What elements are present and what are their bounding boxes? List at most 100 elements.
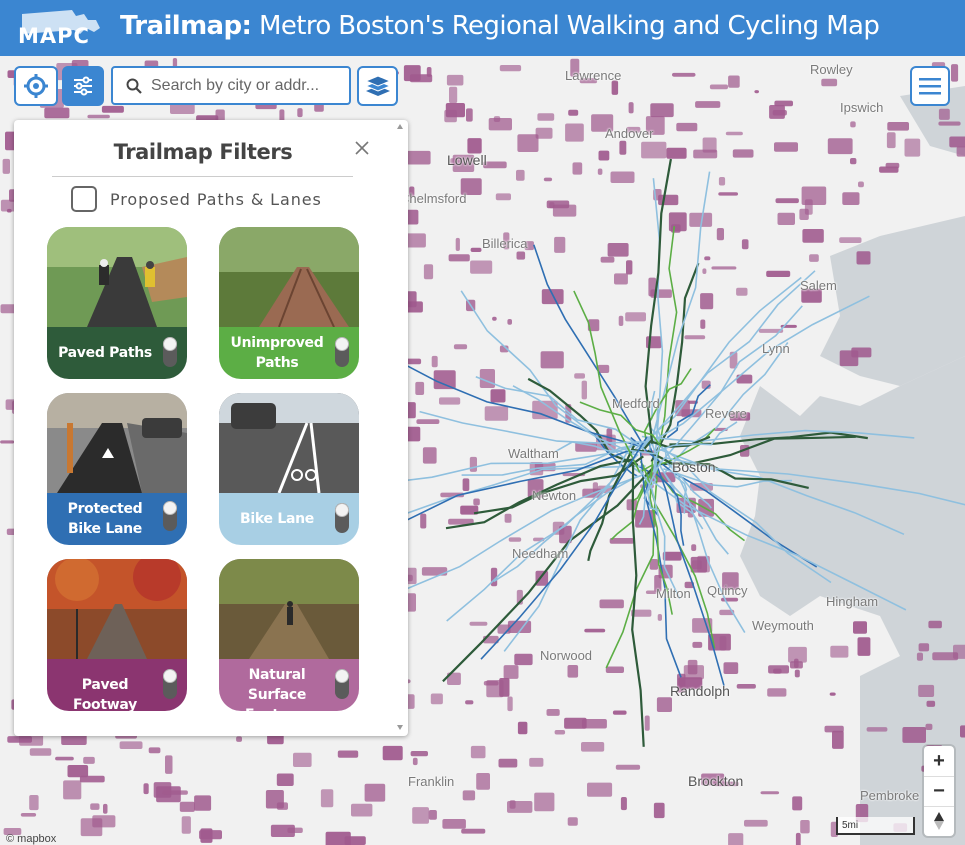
footway-patch	[2, 158, 10, 174]
bike-lane-switch[interactable]	[335, 503, 349, 533]
footway-patch	[918, 643, 930, 652]
filter-panel-title: Trailmap Filters	[113, 140, 293, 164]
footway-patch	[499, 65, 522, 72]
map-attribution[interactable]: © mapbox	[6, 833, 56, 845]
proposed-paths-toggle[interactable]: Proposed Paths & Lanes	[71, 186, 322, 212]
close-icon[interactable]	[354, 140, 370, 156]
footway-patch	[423, 264, 434, 280]
paved-paths-switch[interactable]	[163, 337, 177, 367]
mapc-logo[interactable]: MAPC	[14, 6, 104, 50]
footway-patch	[495, 193, 511, 201]
proposed-paths-checkbox[interactable]	[71, 186, 97, 212]
filter-toggle-button[interactable]	[62, 66, 104, 106]
footway-patch	[194, 795, 212, 811]
footway-patch	[704, 256, 711, 261]
locate-button[interactable]	[14, 66, 58, 106]
protected-bike-lane-label: Protected Bike Lane	[67, 501, 143, 537]
footway-patch	[887, 122, 909, 131]
footway-patch	[416, 419, 440, 424]
footway-patch	[775, 198, 799, 204]
place-label: Pembroke	[860, 788, 920, 803]
place-label: Brockton	[688, 773, 744, 789]
footway-patch	[857, 637, 871, 656]
paved-footway-switch[interactable]	[163, 669, 177, 699]
zoom-controls: + −	[924, 746, 954, 836]
footway-patch	[671, 224, 681, 233]
footway-patch	[692, 641, 703, 648]
footway-patch	[718, 192, 738, 196]
unimproved-paths-switch[interactable]	[335, 337, 349, 367]
footway-patch	[584, 628, 606, 633]
search-box[interactable]	[111, 66, 351, 105]
footway-patch	[473, 498, 480, 506]
sliders-icon	[74, 76, 92, 96]
footway-patch	[650, 103, 674, 118]
footway-patch	[774, 142, 798, 152]
paved-footway-label: Paved Footway	[73, 677, 137, 711]
footway-patch	[422, 447, 437, 464]
compass-button[interactable]	[924, 806, 954, 836]
footway-patch	[535, 127, 553, 139]
footway-patch	[412, 807, 429, 824]
footway-patch	[554, 236, 566, 253]
unimproved-path-photo	[219, 227, 359, 327]
page-title: Trailmap: Metro Boston's Regional Walkin…	[120, 11, 880, 41]
layers-button[interactable]	[357, 66, 398, 106]
place-label: Rowley	[810, 62, 853, 77]
footway-patch	[839, 237, 862, 243]
paved-paths-band: Paved Paths	[47, 327, 187, 379]
footway-patch	[199, 830, 222, 840]
footway-patch	[644, 715, 650, 731]
scroll-down-arrow[interactable]	[397, 725, 403, 730]
footway-patch	[792, 796, 803, 811]
footway-patch	[67, 765, 89, 778]
main-menu-button[interactable]	[910, 66, 950, 106]
footway-patch	[415, 381, 425, 395]
footway-patch	[928, 620, 942, 629]
place-label: Newton	[532, 488, 577, 503]
footway-patch	[827, 138, 853, 155]
zoom-out-button[interactable]: −	[924, 776, 954, 806]
filter-card-paved-paths[interactable]: Paved Paths	[47, 227, 187, 379]
footway-patch	[426, 67, 432, 77]
footway-patch	[597, 168, 603, 175]
filter-card-protected-bike-lane[interactable]: Protected Bike Lane	[47, 393, 187, 545]
protected-bike-lane-switch[interactable]	[163, 501, 177, 531]
filter-card-unimproved-paths[interactable]: Unimproved Paths	[219, 227, 359, 379]
footway-patch	[721, 597, 739, 602]
footway-patch	[850, 158, 857, 165]
footway-patch	[949, 136, 965, 148]
place-label: Billerica	[482, 236, 528, 251]
footway-patch	[716, 228, 724, 241]
protected-bike-lane-photo	[47, 393, 187, 493]
zoom-in-button[interactable]: +	[924, 746, 954, 776]
footway-patch	[529, 757, 544, 767]
footway-patch	[517, 721, 528, 735]
footway-patch	[650, 289, 672, 298]
footway-patch	[430, 693, 443, 705]
panel-scrollbar[interactable]	[394, 124, 406, 730]
natural-footway-switch[interactable]	[335, 669, 349, 699]
footway-patch	[658, 194, 679, 206]
switch-knob	[335, 337, 349, 351]
footway-patch	[439, 397, 461, 405]
footway-patch	[851, 347, 872, 358]
footway-patch	[672, 72, 696, 77]
footway-patch	[552, 204, 577, 217]
switch-knob	[335, 669, 349, 683]
footway-patch	[7, 736, 33, 743]
filter-card-natural-surface-footway[interactable]: Natural Surface Footway	[219, 559, 359, 711]
footway-patch	[567, 817, 578, 826]
place-label: Norwood	[540, 648, 593, 663]
scroll-up-arrow[interactable]	[397, 124, 403, 129]
filter-card-paved-footway[interactable]: Paved Footway	[47, 559, 187, 711]
footway-patch	[101, 105, 124, 113]
search-input[interactable]	[151, 76, 346, 95]
natural-footway-photo	[219, 559, 359, 659]
footway-patch	[535, 570, 549, 586]
footway-patch	[614, 273, 628, 285]
filter-card-bike-lane[interactable]: Bike Lane	[219, 393, 359, 545]
place-label: Salem	[800, 278, 837, 293]
switch-knob	[335, 503, 349, 517]
footway-patch	[925, 723, 933, 730]
